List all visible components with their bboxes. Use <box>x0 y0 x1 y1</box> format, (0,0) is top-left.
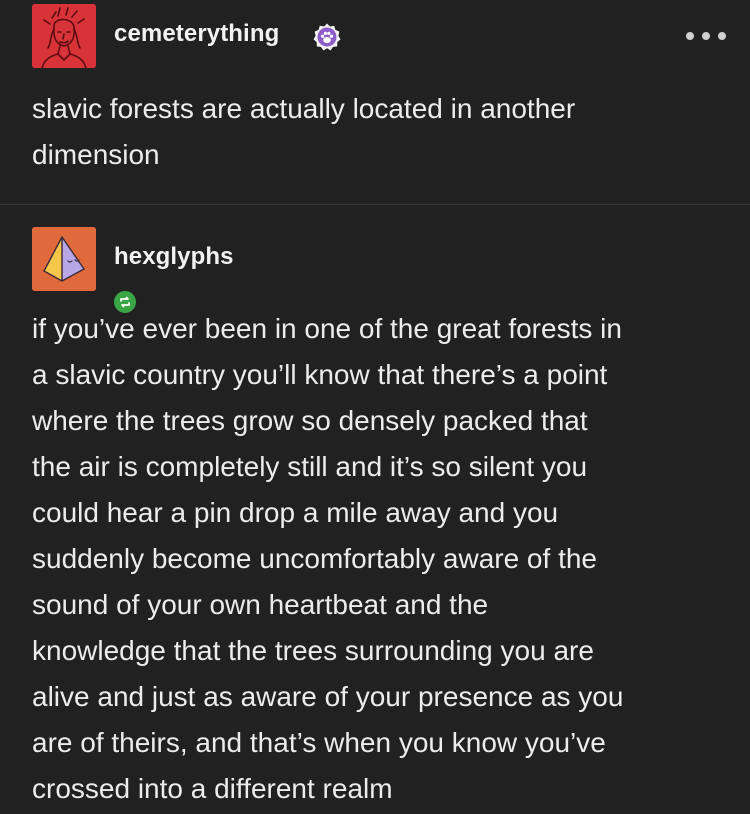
dot <box>702 32 710 40</box>
reblog-post: hexglyphs if you’ve ever been in one of … <box>0 205 750 814</box>
user-avatar[interactable] <box>32 227 138 315</box>
paw-badge-icon[interactable] <box>312 22 342 52</box>
more-options-icon[interactable] <box>686 26 726 46</box>
original-post: cemeterything slavic forests are actuall… <box>0 0 750 204</box>
user-avatar[interactable] <box>32 4 96 68</box>
dot <box>718 32 726 40</box>
avatar-pyramid-icon <box>32 227 96 291</box>
dot <box>686 32 694 40</box>
username[interactable]: cemeterything <box>114 20 279 48</box>
post-body: if you’ve ever been in one of the great … <box>32 313 624 804</box>
post-body: slavic forests are actually located in a… <box>32 93 576 170</box>
avatar-portrait-icon <box>32 4 96 68</box>
tumblr-post-thread: cemeterything slavic forests are actuall… <box>0 0 750 814</box>
username[interactable]: hexglyphs <box>114 243 234 271</box>
